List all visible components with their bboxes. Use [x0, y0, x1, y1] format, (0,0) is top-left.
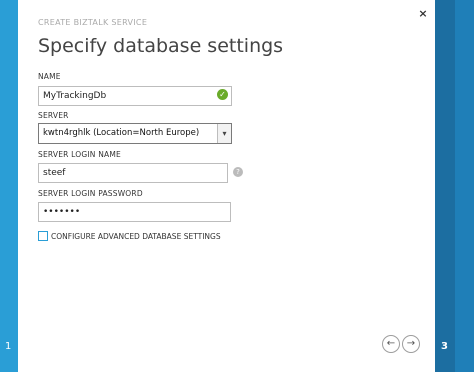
close-icon: ×: [418, 7, 428, 20]
arrow-left-icon: ←: [386, 338, 396, 349]
password-input[interactable]: •••••••: [38, 202, 231, 222]
advanced-settings-label: CONFIGURE ADVANCED DATABASE SETTINGS: [51, 232, 221, 241]
login-name-label: SERVER LOGIN NAME: [38, 150, 121, 159]
check-icon: ✓: [217, 89, 228, 100]
server-label: SERVER: [38, 111, 69, 120]
page-title: Specify database settings: [38, 35, 284, 57]
chevron-down-icon[interactable]: ▾: [217, 124, 231, 143]
step-3-label: 3: [441, 341, 448, 352]
step-4-panel[interactable]: 4: [455, 0, 474, 372]
name-input[interactable]: MyTrackingDb: [38, 86, 232, 106]
advanced-settings-checkbox[interactable]: [38, 231, 48, 241]
next-button[interactable]: →: [402, 335, 420, 353]
dialog-breadcrumb: CREATE BIZTALK SERVICE: [38, 18, 148, 27]
arrow-right-icon: →: [406, 338, 416, 349]
close-button[interactable]: ×: [417, 8, 429, 20]
left-step-rail[interactable]: 1: [0, 0, 18, 372]
login-password-label: SERVER LOGIN PASSWORD: [38, 189, 143, 198]
name-label: NAME: [38, 72, 61, 81]
step-3-panel[interactable]: 3: [435, 0, 455, 372]
question-icon[interactable]: ?: [233, 167, 243, 177]
server-select[interactable]: kwtn4rghlk (Location=North Europe): [38, 123, 232, 144]
step-1-label: 1: [5, 341, 12, 352]
previous-button[interactable]: ←: [382, 335, 400, 353]
login-name-input[interactable]: steef: [38, 163, 228, 183]
right-step-rail: 3 4: [435, 0, 474, 372]
